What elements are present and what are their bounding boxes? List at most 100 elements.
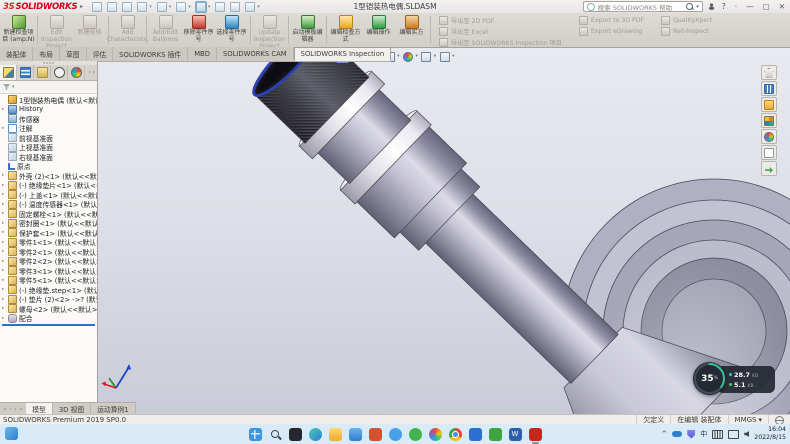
export-item[interactable]: Export to 3D PDF [579, 16, 644, 25]
tree-item[interactable]: ▸注解 [0, 124, 97, 134]
solidworks-resources-icon[interactable] [761, 65, 777, 80]
tree-item[interactable]: ▸螺母<2> (默认<<默认>_显示状态 [0, 304, 97, 314]
ribbon-button-select-balloon[interactable]: 选择零件序号 [215, 13, 248, 47]
close-button[interactable]: ✕ [777, 2, 787, 11]
ime-indicator[interactable]: 中 [700, 429, 707, 439]
tree-item[interactable]: 1型铠装热电偶 (默认<默认_显示状态-1 [0, 95, 97, 105]
solidworks-taskbar-icon[interactable] [529, 428, 542, 441]
ribbon-button-update-inspection[interactable]: Update Inspection Project [253, 13, 286, 47]
tree-item[interactable]: 前视基准面 [0, 133, 97, 143]
tree-item[interactable]: ▸(-) 绝缘垫片<1> (默认<<默认>_显 [0, 181, 97, 191]
tree-item[interactable]: ▸零件2<2> (默认<<默认>_显示状态 [0, 257, 97, 267]
ribbon-button-new-spec[interactable]: 新建规格 [73, 13, 106, 47]
login-icon[interactable] [708, 3, 715, 10]
task-view-taskbar-icon[interactable] [289, 428, 302, 441]
doc-tab-nav-icon[interactable]: › [14, 405, 17, 413]
panel-tab-arrows[interactable]: ‹› [88, 65, 97, 80]
tree-item[interactable]: ▸(-) 绝缘垫.step<1> (默认<<默认> [0, 285, 97, 295]
ribbon-button-template-editor[interactable]: 启动模板编辑器 [291, 13, 324, 47]
search-input[interactable]: 搜索 SOLIDWORKS 帮助 ▾ [583, 1, 703, 12]
design-library-icon[interactable] [761, 81, 777, 96]
view-settings-icon[interactable] [439, 51, 450, 62]
panel-tab-featuremanager-tree-icon[interactable] [0, 65, 17, 80]
select-arrow-icon[interactable] [196, 2, 206, 12]
tree-item[interactable]: ▸(-) 温度传感器<1> (默认<<默认>_ [0, 200, 97, 210]
panel-tab-propertymanager-icon[interactable] [17, 65, 34, 80]
green-app-taskbar-icon[interactable] [409, 428, 422, 441]
forum-icon[interactable] [761, 161, 777, 176]
file-explorer-taskbar-icon[interactable] [329, 428, 342, 441]
ribbon-button-new-inspection[interactable]: 新建检查项目 (amp;N) [2, 13, 35, 47]
tree-item[interactable]: ▸配合 [0, 314, 97, 324]
ribbon-button-balloons[interactable]: Add/Edit Balloons [149, 13, 182, 47]
ribbon-button-edit-operation[interactable]: 编辑操作 [362, 13, 395, 47]
tab-草图[interactable]: 草图 [60, 47, 87, 61]
appearances-scenes-icon[interactable] [761, 129, 777, 144]
color-circle-app-taskbar-icon[interactable] [429, 428, 442, 441]
tree-item[interactable]: ▸固定螺栓<1> (默认<<默认>_显示状 [0, 209, 97, 219]
save-icon[interactable] [137, 2, 147, 12]
panel-tab-displaymanager-icon[interactable] [68, 65, 85, 80]
blue-doc-app-taskbar-icon[interactable] [469, 428, 482, 441]
search-icon[interactable] [686, 3, 693, 10]
options-icon[interactable] [245, 2, 255, 12]
tab-装配体[interactable]: 装配体 [0, 47, 33, 61]
tab-SOLIDWORKS 插件[interactable]: SOLIDWORKS 插件 [113, 47, 188, 61]
new-document-icon[interactable] [107, 2, 117, 12]
tab-SOLIDWORKS CAM[interactable]: SOLIDWORKS CAM [217, 47, 294, 61]
options-icon-caret[interactable]: ▾ [257, 4, 260, 10]
table-icon[interactable] [230, 2, 240, 12]
menu-expand-arrow[interactable]: ▸ [80, 3, 83, 10]
touch-keyboard-icon[interactable] [712, 430, 723, 439]
tree-item[interactable]: ▸外壳 (2)<1> (默认<<默认>_显示状 [0, 171, 97, 181]
clock[interactable]: 16:04 2022/8/15 [754, 426, 786, 442]
search-caret-icon[interactable]: ▾ [696, 4, 699, 10]
ribbon-button-edit-measure[interactable]: 编辑实方 [395, 13, 428, 47]
tree-item[interactable]: ▸History [0, 105, 97, 115]
cloud-taskbar-icon[interactable] [389, 428, 402, 441]
tree-item[interactable]: 右视基准面 [0, 152, 97, 162]
view-palette-icon[interactable] [761, 113, 777, 128]
hide-show-items-icon-caret[interactable]: ▾ [397, 54, 399, 59]
tree-item[interactable]: ▸保护套<1> (默认<<默认>_显示状 [0, 228, 97, 238]
tree-item[interactable]: ▸零件1<1> (默认<<默认>_显示状态 [0, 238, 97, 248]
edit-appearance-icon[interactable] [403, 51, 414, 62]
ribbon-button-add-characteristic[interactable]: Add Characteristic [111, 13, 144, 47]
select-arrow-icon-caret[interactable]: ▾ [208, 4, 211, 10]
undo-icon[interactable] [176, 2, 186, 12]
tree-item[interactable]: 原点 [0, 162, 97, 172]
mail-taskbar-icon[interactable] [349, 428, 362, 441]
export-item[interactable]: 导出至 Excel [439, 27, 562, 36]
tree-item[interactable]: 上视基准面 [0, 143, 97, 153]
volume-icon[interactable] [744, 431, 749, 437]
edit-appearance-icon-caret[interactable]: ▾ [416, 54, 418, 59]
tab-布局[interactable]: 布局 [33, 47, 60, 61]
onedrive-icon[interactable] [672, 431, 682, 437]
file-explorer-icon[interactable] [761, 97, 777, 112]
cast-icon[interactable] [728, 430, 739, 439]
tab-MBD[interactable]: MBD [188, 47, 217, 61]
rollback-bar[interactable] [2, 324, 95, 326]
tree-item[interactable]: 传感器 [0, 114, 97, 124]
tree-item[interactable]: ▸(-) 垫片 (2)<2> ->? (默认<<默认> [0, 295, 97, 305]
print-icon-caret[interactable]: ▾ [169, 4, 172, 10]
restore-button[interactable]: ▢ [761, 2, 772, 11]
export-item[interactable]: Net-Inspect [661, 27, 712, 36]
graphics-viewport[interactable]: ▾▾▾▾▾ 28.7 KB 5.1 KB [97, 47, 790, 414]
home-icon[interactable] [92, 2, 102, 12]
print-icon[interactable] [157, 2, 167, 12]
doc-tab-nav-icon[interactable]: ‹ [9, 405, 12, 413]
edge-taskbar-icon[interactable] [309, 428, 322, 441]
usage-percent-badge[interactable]: 35 % [693, 362, 726, 395]
search-taskbar-icon[interactable] [269, 428, 282, 441]
ribbon-button-edit-method[interactable]: 编辑检查方式 [329, 13, 362, 47]
tree-item[interactable]: ▸零件2<1> (默认<<默认>_显示状态 [0, 247, 97, 257]
filter-caret-icon[interactable]: ▾ [12, 84, 15, 90]
panel-tab-arrow-icon[interactable]: › [93, 69, 95, 76]
powerpoint-taskbar-icon[interactable] [369, 428, 382, 441]
ribbon-button-edit-inspection[interactable]: Edit Inspection Project [40, 13, 73, 47]
tree-item[interactable]: ▸密封圈<1> (默认<<默认>_显示状 [0, 219, 97, 229]
save-icon-caret[interactable]: ▾ [149, 4, 152, 10]
apply-scene-icon-caret[interactable]: ▾ [434, 54, 436, 59]
export-item[interactable]: Export eDrawing [579, 27, 644, 36]
